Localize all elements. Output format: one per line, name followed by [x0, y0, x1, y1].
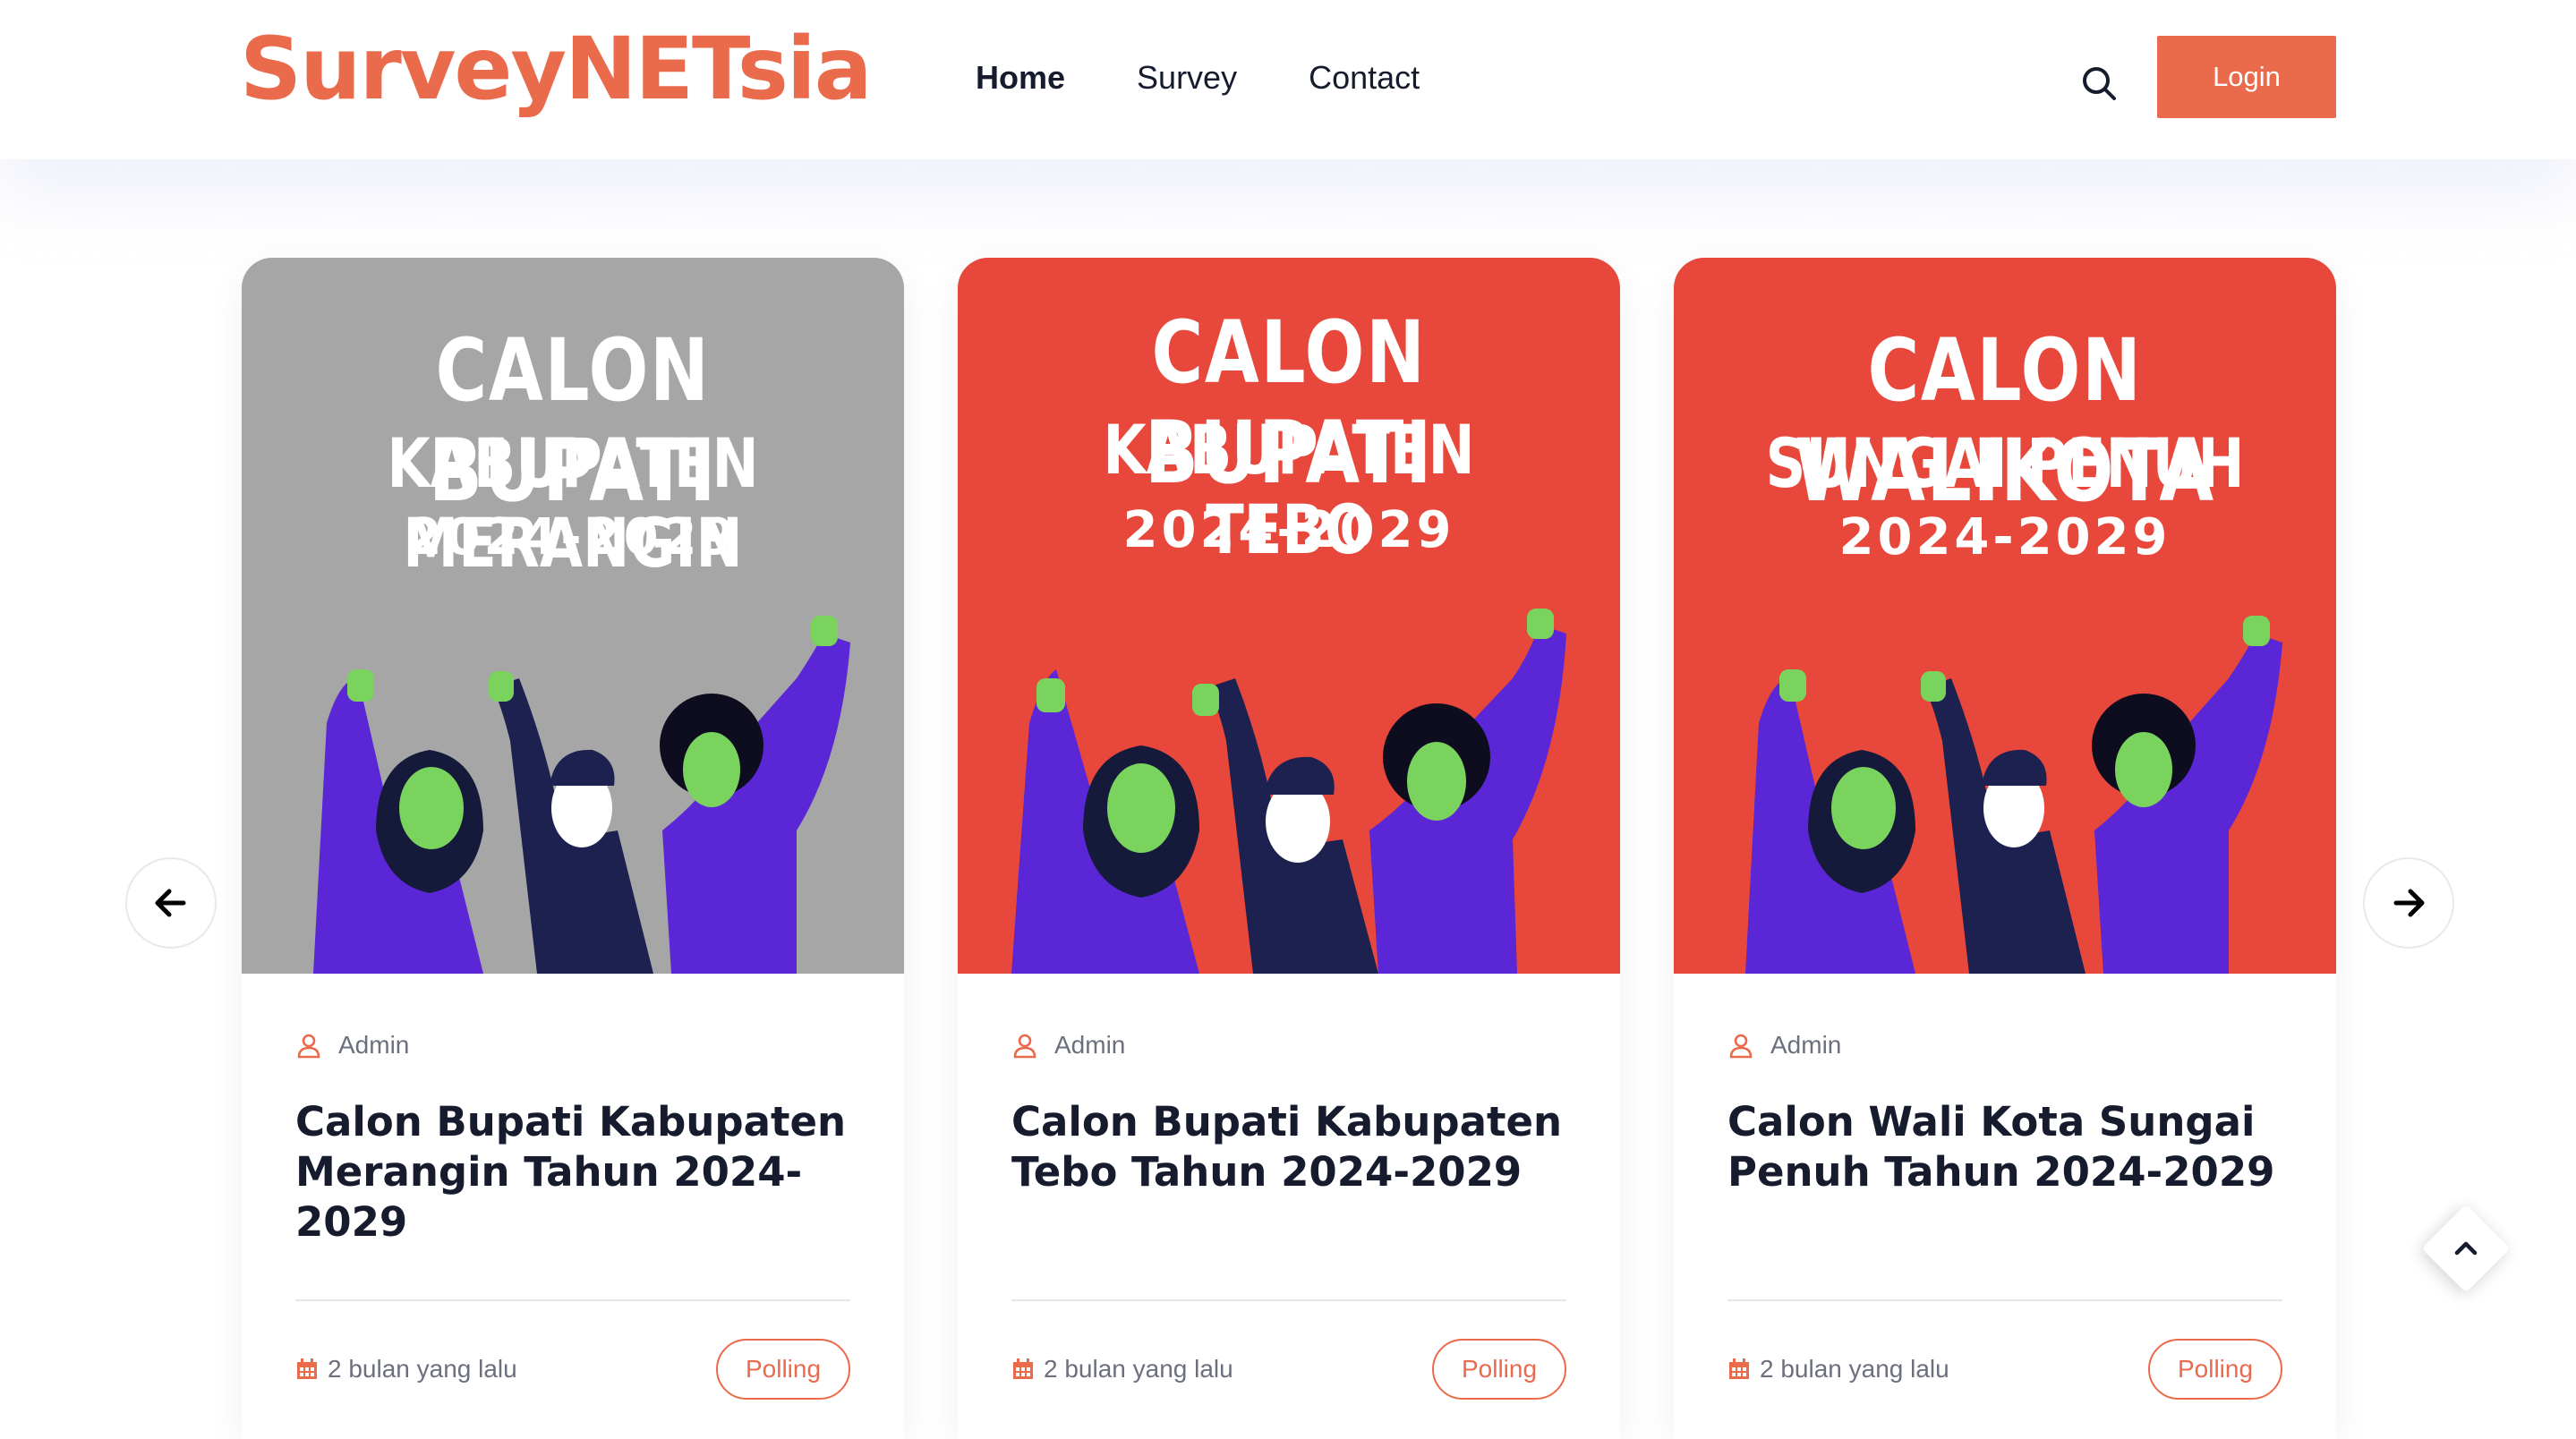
- card-title[interactable]: Calon Bupati Kabupaten Merangin Tahun 20…: [295, 1097, 850, 1249]
- card-title[interactable]: Calon Wali Kota Sungai Penuh Tahun 2024-…: [1727, 1097, 2282, 1249]
- card-date: 2 bulan yang lalu: [1011, 1355, 1233, 1384]
- user-icon: [1729, 1034, 1753, 1059]
- carousel-prev-button[interactable]: [125, 857, 217, 949]
- user-icon: [1013, 1034, 1036, 1059]
- card-body: Admin Calon Bupati Kabupaten Merangin Ta…: [295, 1027, 850, 1249]
- survey-card[interactable]: CALON WALIKOTA SUNGAI PENUH 2024-2029 Ad…: [1674, 258, 2336, 1439]
- card-title[interactable]: Calon Bupati Kabupaten Tebo Tahun 2024-2…: [1011, 1097, 1566, 1249]
- nav-contact[interactable]: Contact: [1309, 55, 1420, 100]
- author-name: Admin: [338, 1031, 410, 1059]
- card-divider: [295, 1299, 850, 1301]
- people-illustration: [1011, 609, 1566, 974]
- calendar-icon: [1013, 1358, 1033, 1379]
- card-divider: [1727, 1299, 2282, 1301]
- card-poster[interactable]: CALON WALIKOTA SUNGAI PENUH 2024-2029: [1674, 258, 2336, 974]
- author-name: Admin: [1054, 1031, 1126, 1059]
- nav-survey[interactable]: Survey: [1137, 55, 1237, 100]
- nav-home[interactable]: Home: [976, 55, 1065, 100]
- login-button[interactable]: Login: [2157, 36, 2336, 118]
- card-author: Admin: [1011, 1027, 1566, 1063]
- arrow-right-icon: [2393, 889, 2425, 917]
- people-illustration: [1745, 616, 2282, 974]
- carousel-next-button[interactable]: [2363, 857, 2454, 949]
- date-text: 2 bulan yang lalu: [328, 1355, 517, 1383]
- card-body: Admin Calon Wali Kota Sungai Penuh Tahun…: [1727, 1027, 2282, 1249]
- people-illustration: [313, 616, 850, 974]
- site-logo[interactable]: SurveyNETsia: [240, 20, 873, 118]
- survey-card[interactable]: CALON BUPATI KABUPATEN MERANGIN 2024-202…: [242, 258, 904, 1439]
- date-text: 2 bulan yang lalu: [1044, 1355, 1233, 1383]
- date-text: 2 bulan yang lalu: [1760, 1355, 1949, 1383]
- card-author: Admin: [1727, 1027, 2282, 1063]
- card-date: 2 bulan yang lalu: [1727, 1355, 1949, 1384]
- category-badge[interactable]: Polling: [716, 1339, 850, 1400]
- card-poster[interactable]: CALON BUPATI KABUPATEN TEBO 2024-2029: [958, 258, 1620, 974]
- main-nav: Home Survey Contact: [976, 55, 1491, 100]
- card-body: Admin Calon Bupati Kabupaten Tebo Tahun …: [1011, 1027, 1566, 1249]
- search-icon[interactable]: [2075, 59, 2125, 109]
- card-poster[interactable]: CALON BUPATI KABUPATEN MERANGIN 2024-202…: [242, 258, 904, 974]
- category-badge[interactable]: Polling: [2148, 1339, 2282, 1400]
- author-name: Admin: [1770, 1031, 1842, 1059]
- card-date: 2 bulan yang lalu: [295, 1355, 517, 1384]
- site-header: SurveyNETsia Home Survey Contact Login: [0, 0, 2576, 159]
- calendar-icon: [1729, 1358, 1749, 1379]
- calendar-icon: [297, 1358, 317, 1379]
- card-divider: [1011, 1299, 1566, 1301]
- card-author: Admin: [295, 1027, 850, 1063]
- arrow-left-icon: [155, 889, 186, 917]
- user-icon: [297, 1034, 320, 1059]
- chevron-up-icon[interactable]: [2446, 1229, 2486, 1268]
- category-badge[interactable]: Polling: [1432, 1339, 1566, 1400]
- survey-card[interactable]: CALON BUPATI KABUPATEN TEBO 2024-2029 Ad…: [958, 258, 1620, 1439]
